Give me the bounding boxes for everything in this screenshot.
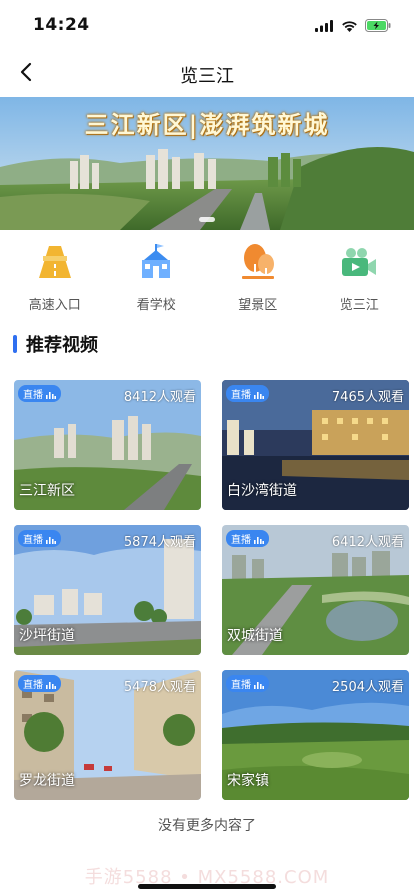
school-icon	[136, 242, 176, 282]
video-title: 三江新区	[19, 483, 75, 499]
quick-entry-scenic[interactable]: 望景区	[208, 242, 308, 313]
quick-entry-school[interactable]: 看学校	[106, 242, 206, 313]
nav-bar: 览三江	[0, 50, 414, 98]
viewer-count: 7465人观看	[331, 390, 404, 405]
home-indicator[interactable]	[138, 884, 276, 889]
live-badge-text: 直播	[23, 680, 43, 691]
live-badge-text: 直播	[231, 535, 251, 546]
page-title: 览三江	[180, 66, 234, 87]
audio-bars-icon	[46, 529, 56, 548]
video-title: 白沙湾街道	[227, 483, 297, 499]
audio-bars-icon	[254, 674, 264, 693]
carousel-indicator	[199, 217, 215, 222]
quick-entry-row: 高速入口 看学校 望景区 览三江	[0, 242, 414, 313]
highway-icon	[35, 242, 75, 282]
audio-bars-icon	[254, 384, 264, 403]
banner-title: 三江新区|澎湃筑新城	[84, 110, 330, 139]
audio-bars-icon	[46, 384, 56, 403]
banner-carousel[interactable]: 三江新区|澎湃筑新城	[0, 97, 414, 230]
viewer-count: 5874人观看	[123, 535, 196, 550]
video-card[interactable]: 直播 6412人观看 双城街道	[222, 525, 409, 655]
video-title: 宋家镇	[227, 773, 269, 789]
quick-entry-label: 览三江	[339, 298, 379, 313]
section-title: 推荐视频	[26, 335, 98, 356]
live-badge: 直播	[18, 385, 61, 402]
viewer-count: 2504人观看	[331, 680, 404, 695]
status-icons	[315, 17, 392, 36]
live-badge-text: 直播	[23, 535, 43, 546]
live-badge: 直播	[18, 530, 61, 547]
viewer-count: 8412人观看	[123, 390, 196, 405]
quick-entry-highway[interactable]: 高速入口	[5, 242, 105, 313]
viewer-count: 6412人观看	[331, 535, 404, 550]
video-title: 双城街道	[227, 628, 283, 644]
status-bar: 14:24	[0, 0, 414, 50]
video-card[interactable]: 直播 7465人观看 白沙湾街道	[222, 380, 409, 510]
video-card[interactable]: 直播 2504人观看 宋家镇	[222, 670, 409, 800]
live-badge: 直播	[226, 385, 269, 402]
live-badge: 直播	[226, 675, 269, 692]
video-card[interactable]: 直播 8412人观看 三江新区	[14, 380, 201, 510]
quick-entry-video[interactable]: 览三江	[309, 242, 409, 313]
viewer-count: 5478人观看	[123, 680, 196, 695]
live-badge: 直播	[18, 675, 61, 692]
quick-entry-label: 高速入口	[28, 298, 81, 313]
video-card[interactable]: 直播 5874人观看 沙坪街道	[14, 525, 201, 655]
no-more-content-text: 没有更多内容了	[158, 818, 256, 834]
video-card[interactable]: 直播 5478人观看 罗龙街道	[14, 670, 201, 800]
video-camera-icon	[339, 242, 379, 282]
section-header: 推荐视频	[13, 332, 98, 356]
video-title: 罗龙街道	[19, 773, 75, 789]
quick-entry-label: 望景区	[238, 298, 278, 313]
live-badge-text: 直播	[23, 390, 43, 401]
live-badge-text: 直播	[231, 390, 251, 401]
section-accent-bar	[13, 335, 17, 353]
quick-entry-label: 看学校	[136, 298, 176, 313]
battery-charging-icon	[365, 17, 392, 36]
video-title: 沙坪街道	[19, 628, 75, 644]
live-badge: 直播	[226, 530, 269, 547]
audio-bars-icon	[46, 674, 56, 693]
status-time: 14:24	[33, 15, 90, 35]
signal-icon	[315, 17, 334, 36]
live-badge-text: 直播	[231, 680, 251, 691]
wifi-icon	[341, 17, 358, 36]
audio-bars-icon	[254, 529, 264, 548]
tree-icon	[238, 242, 278, 282]
